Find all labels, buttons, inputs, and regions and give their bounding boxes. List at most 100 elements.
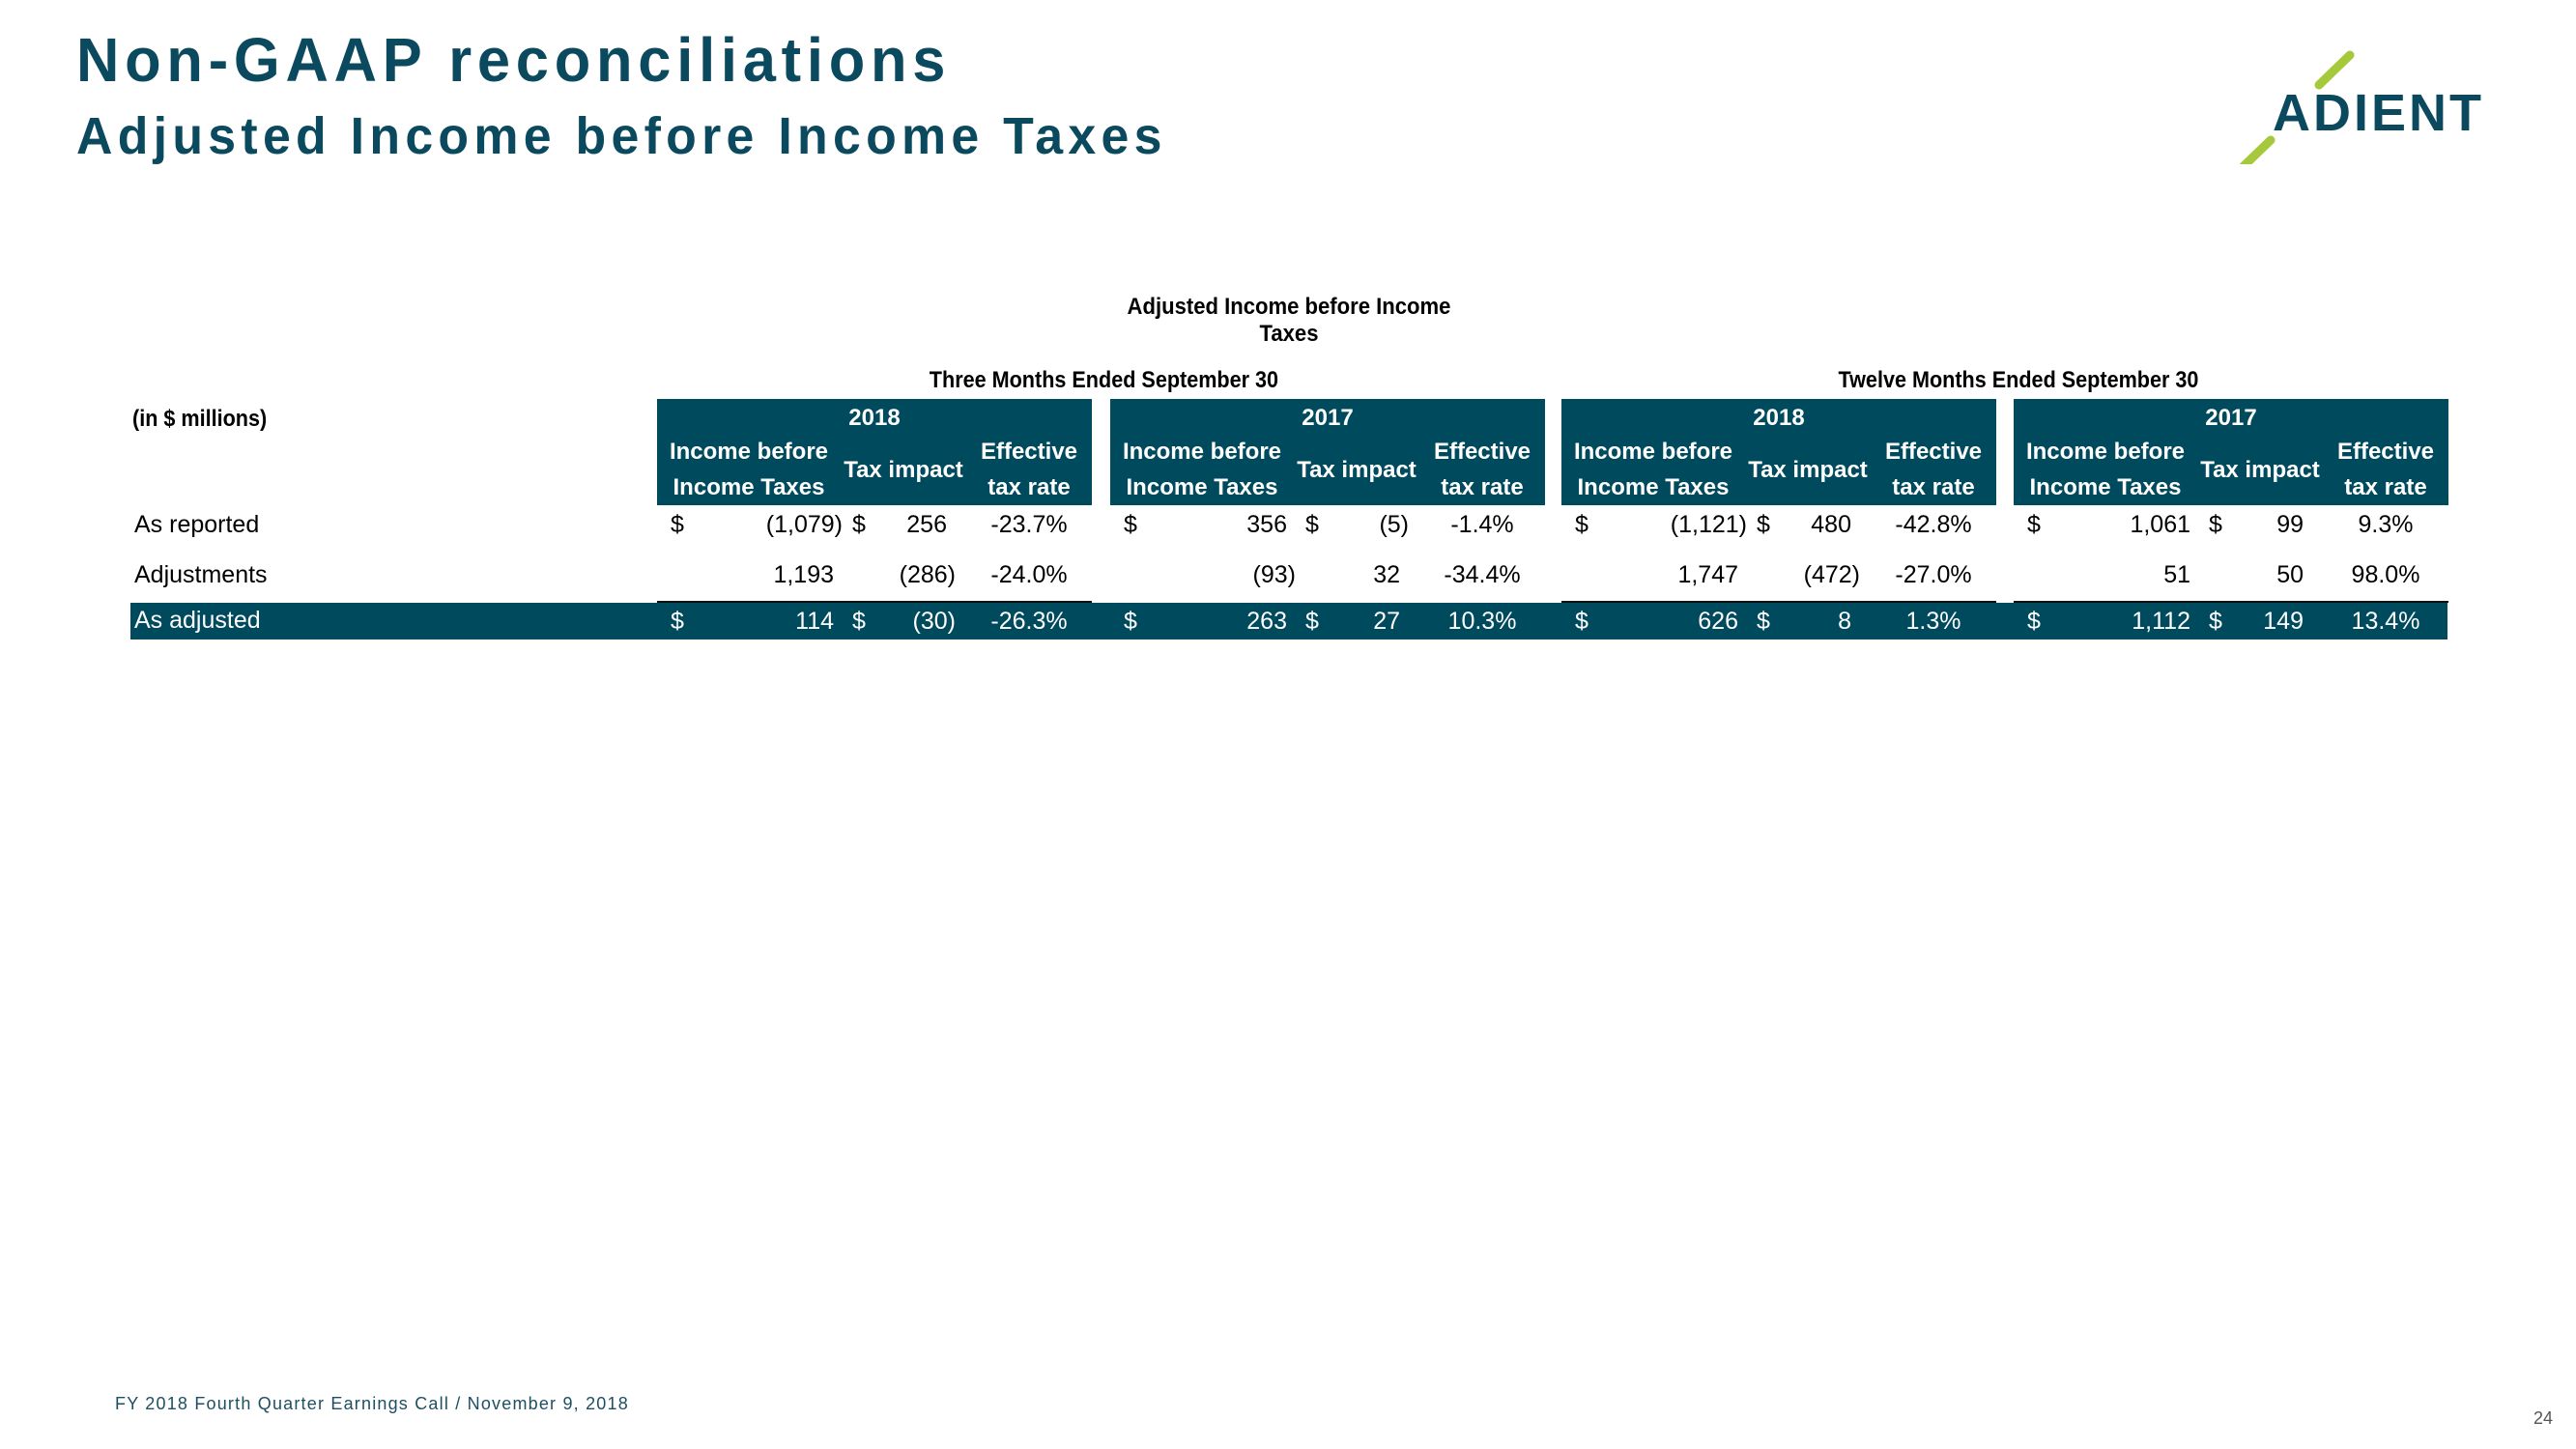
cell-as-adjusted-tax-impact: 8	[1838, 608, 1851, 635]
logo-wordmark: ADIENT	[2273, 84, 2484, 142]
column-header-line: Effective	[980, 439, 1078, 465]
block-header: 2018 Income before Income Taxes Tax impact E…	[657, 399, 1092, 505]
column-header-effective-tax-rate: Effective tax rate	[1871, 434, 1996, 505]
column-header-income-before-taxes: Income before Income Taxes	[1561, 434, 1745, 505]
row-label-as-reported: As reported	[134, 511, 260, 538]
cell-adjustments-tax-impact: 50	[2276, 561, 2304, 588]
cell-as-adjusted-income: 1,112	[2132, 608, 2190, 635]
currency-symbol: $	[1305, 511, 1319, 538]
column-header-line: Income before	[669, 439, 829, 465]
column-header-effective-tax-rate: Effective tax rate	[1419, 434, 1545, 505]
cell-as-adjusted-effective-rate: 13.4%	[2351, 608, 2420, 635]
year-header: 2017	[1302, 405, 1354, 431]
cell-as-reported-effective-rate: -23.7%	[990, 511, 1068, 538]
column-header-line: tax rate	[1441, 474, 1524, 500]
row-label-as-adjusted: As adjusted	[134, 607, 261, 634]
column-header-line: Effective	[1884, 439, 1983, 465]
cell-as-adjusted-income: 626	[1698, 608, 1738, 635]
currency-symbol: $	[1575, 608, 1589, 635]
cell-adjustments-effective-rate: -24.0%	[990, 561, 1068, 588]
cell-as-adjusted-tax-impact: 27	[1373, 608, 1400, 635]
currency-symbol: $	[2027, 511, 2041, 538]
column-header-effective-tax-rate: Effective tax rate	[966, 434, 1092, 505]
cell-as-adjusted-effective-rate: -26.3%	[990, 608, 1068, 635]
currency-symbol: $	[852, 511, 866, 538]
table-title: Adjusted Income before Income Taxes	[1127, 294, 1451, 347]
year-header: 2017	[2205, 405, 2257, 431]
column-header-income-before-taxes: Income before Income Taxes	[2014, 434, 2197, 505]
currency-symbol: $	[1305, 608, 1319, 635]
column-header-tax-impact: Tax impact	[1297, 457, 1417, 483]
cell-as-reported-income: (1,121)	[1670, 511, 1747, 538]
block-header: 2017 Income before Income Taxes Tax impact E…	[1110, 399, 1545, 505]
column-header-line: tax rate	[1892, 474, 1975, 500]
logo-slash-upper-icon	[2314, 50, 2355, 90]
units-label: (in $ millions)	[132, 406, 268, 432]
adient-logo: ADIENT	[2239, 50, 2484, 164]
cell-as-reported-effective-rate: 9.3%	[2358, 511, 2414, 538]
page-subtitle: Adjusted Income before Income Taxes	[76, 107, 1167, 165]
footer-text: FY 2018 Fourth Quarter Earnings Call / N…	[115, 1394, 629, 1413]
currency-symbol: $	[1757, 511, 1770, 538]
currency-symbol: $	[2027, 608, 2041, 635]
column-header-line: Income before	[1573, 439, 1733, 465]
column-header-effective-tax-rate: Effective tax rate	[2323, 434, 2448, 505]
column-header-line: Income Taxes	[673, 474, 825, 500]
currency-symbol: $	[1757, 608, 1770, 635]
period-header-three-months: Three Months Ended September 30	[929, 367, 1279, 393]
cell-as-reported-tax-impact: 480	[1811, 511, 1851, 538]
cell-adjustments-income: (93)	[1252, 561, 1296, 588]
year-header: 2018	[848, 405, 901, 431]
column-header-line: tax rate	[2344, 474, 2427, 500]
column-header-line: Income before	[1122, 439, 1282, 465]
row-label-adjustments: Adjustments	[134, 561, 268, 588]
cell-as-adjusted-effective-rate: 10.3%	[1447, 608, 1517, 635]
cell-adjustments-tax-impact: (472)	[1803, 561, 1860, 588]
column-header-line: Income Taxes	[2029, 474, 2182, 500]
column-header-line: Income Taxes	[1577, 474, 1730, 500]
column-header-line: tax rate	[987, 474, 1071, 500]
block-header: 2018 Income before Income Taxes Tax impact E…	[1561, 399, 1996, 505]
table-block-three-months-2018: 2018 Income before Income Taxes Tax impact E…	[657, 399, 1092, 639]
currency-symbol: $	[671, 511, 684, 538]
page-title: Non-GAAP reconciliations	[76, 25, 952, 95]
cell-as-adjusted-tax-impact: (30)	[912, 608, 956, 635]
currency-symbol: $	[2209, 511, 2222, 538]
column-header-tax-impact: Tax impact	[1748, 457, 1868, 483]
cell-as-adjusted-effective-rate: 1.3%	[1905, 608, 1961, 635]
cell-adjustments-effective-rate: -34.4%	[1444, 561, 1521, 588]
cell-as-reported-tax-impact: 99	[2276, 511, 2304, 538]
cell-adjustments-income: 51	[2163, 561, 2190, 588]
cell-as-reported-income: (1,079)	[765, 511, 843, 538]
cell-adjustments-income: 1,747	[1677, 561, 1738, 588]
column-header-tax-impact: Tax impact	[2200, 457, 2320, 483]
year-header: 2018	[1753, 405, 1805, 431]
cell-as-adjusted-income: 263	[1246, 608, 1287, 635]
cell-adjustments-tax-impact: (286)	[899, 561, 956, 588]
table-block-three-months-2017: 2017 Income before Income Taxes Tax impact E…	[1110, 399, 1545, 639]
column-header-income-before-taxes: Income before Income Taxes	[657, 434, 841, 505]
column-header-line: Income before	[2025, 439, 2186, 465]
currency-symbol: $	[1124, 511, 1137, 538]
cell-as-reported-income: 356	[1246, 511, 1287, 538]
currency-symbol: $	[671, 608, 684, 635]
cell-as-reported-effective-rate: -42.8%	[1895, 511, 1972, 538]
cell-as-reported-effective-rate: -1.4%	[1450, 511, 1514, 538]
cell-as-adjusted-tax-impact: 149	[2263, 608, 2304, 635]
currency-symbol: $	[1575, 511, 1589, 538]
cell-adjustments-effective-rate: -27.0%	[1895, 561, 1972, 588]
block-header: 2017 Income before Income Taxes Tax impact E…	[2014, 399, 2448, 505]
table-block-twelve-months-2017: 2017 Income before Income Taxes Tax impact E…	[2014, 399, 2448, 639]
cell-as-reported-income: 1,061	[2130, 511, 2190, 538]
column-header-income-before-taxes: Income before Income Taxes	[1110, 434, 1294, 505]
cell-as-reported-tax-impact: 256	[906, 511, 947, 538]
column-header-tax-impact: Tax impact	[844, 457, 963, 483]
table-block-twelve-months-2018: 2018 Income before Income Taxes Tax impact E…	[1561, 399, 1996, 639]
cell-as-adjusted-income: 114	[795, 608, 834, 635]
column-header-line: Income Taxes	[1126, 474, 1278, 500]
currency-symbol: $	[1124, 608, 1137, 635]
currency-symbol: $	[2209, 608, 2222, 635]
page-number: 24	[2533, 1408, 2554, 1428]
cell-as-reported-tax-impact: (5)	[1379, 511, 1409, 538]
cell-adjustments-income: 1,193	[773, 561, 834, 588]
